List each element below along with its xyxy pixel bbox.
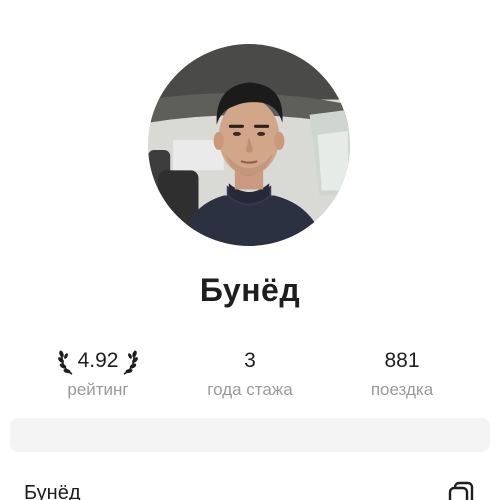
rating-value: 4.92	[77, 349, 119, 372]
laurel-left-icon	[57, 350, 72, 375]
experience-value: 3	[244, 349, 256, 372]
trips-label: поездка	[370, 380, 434, 399]
driver-name: Бунёд	[199, 272, 301, 308]
rating-label: рейтинг	[67, 380, 129, 399]
driver-avatar	[148, 44, 350, 246]
avatar-photo	[148, 44, 350, 246]
driver-name-row[interactable]: Бунёд	[0, 478, 500, 500]
driver-profile-screen: Бунёд 4.92 рейтинг 3 года стажа 881 поез…	[0, 0, 500, 500]
experience-label: года стажа	[207, 380, 293, 399]
driver-name-row-label: Бунёд	[24, 482, 81, 500]
copy-icon[interactable]	[446, 480, 476, 500]
trips-value: 881	[384, 349, 420, 372]
stat-experience: 3 года стажа	[170, 346, 330, 402]
stat-rating: 4.92 рейтинг	[18, 346, 178, 402]
stat-trips: 881 поездка	[322, 346, 482, 402]
info-banner[interactable]	[10, 418, 490, 452]
laurel-right-icon	[124, 350, 139, 375]
